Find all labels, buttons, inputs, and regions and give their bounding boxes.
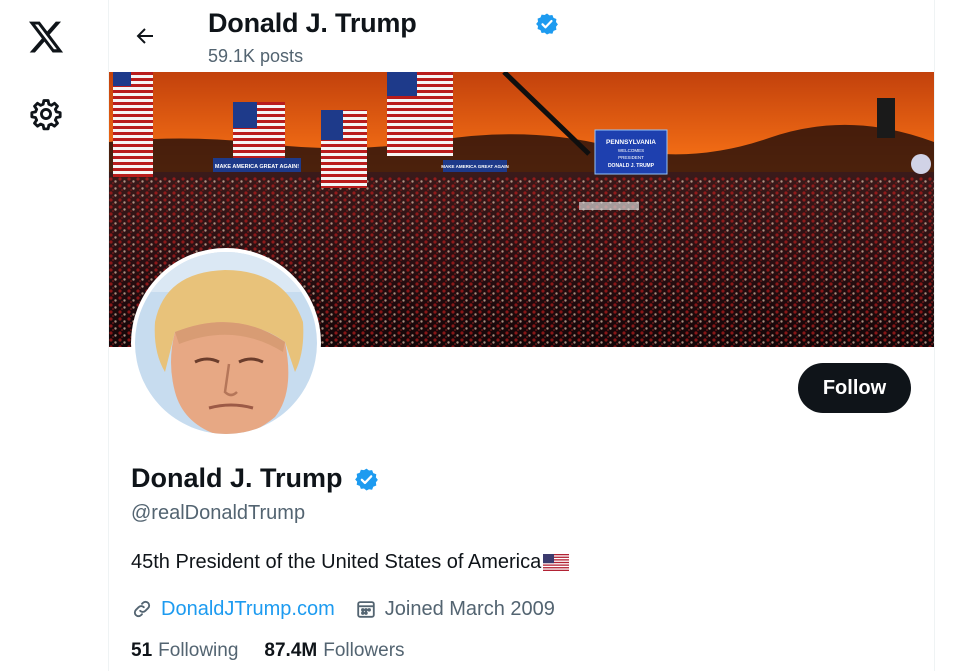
header-posts-count: 59.1K posts: [208, 46, 304, 66]
profile-website-link[interactable]: DonaldJTrump.com: [161, 598, 335, 621]
joined-date: Joined March 2009: [355, 598, 555, 621]
profile-stats: 51 Following 87.4M Followers: [131, 640, 431, 662]
profile-handle: @realDonaldTrump: [131, 502, 306, 524]
following-count: 51: [131, 640, 153, 661]
profile-meta: DonaldJTrump.com Joined March 2009: [131, 596, 555, 622]
banner-sign-3: PENNSYLVANIA: [606, 139, 656, 146]
arrow-left-icon: [136, 28, 153, 44]
followers-label: Followers: [323, 640, 405, 661]
following-link[interactable]: 51 Following: [131, 640, 238, 662]
verified-badge-icon: [535, 12, 559, 36]
profile-name: Donald J. Trump: [131, 463, 343, 493]
profile-header-bar: Donald J. Trump 59.1K posts: [109, 0, 934, 72]
profile-bio: 45th President of the United States of A…: [131, 551, 570, 574]
followers-link[interactable]: 87.4M Followers: [264, 640, 404, 662]
profile-column: Donald J. Trump 59.1K posts MAKE AMERICA…: [108, 0, 935, 671]
link-icon: [133, 600, 151, 618]
followers-count: 87.4M: [264, 640, 318, 661]
bio-text: 45th President of the United States of A…: [131, 551, 542, 573]
joined-text: Joined March 2009: [384, 597, 555, 620]
banner-sign-5: PRESIDENT: [618, 155, 644, 160]
banner-sign-1: MAKE AMERICA GREAT AGAIN!: [215, 164, 299, 170]
banner-sign-4: WELCOMES: [618, 148, 644, 153]
calendar-icon: [357, 601, 375, 618]
us-flag-icon: [543, 554, 570, 571]
x-logo-icon[interactable]: [27, 18, 65, 56]
left-nav: [0, 0, 108, 671]
verified-badge-icon[interactable]: [354, 467, 379, 492]
gear-icon[interactable]: [29, 97, 63, 131]
banner-sign-2: MAKE AMERICA GREAT AGAIN: [441, 164, 508, 169]
following-label: Following: [158, 640, 239, 661]
back-button[interactable]: [129, 20, 161, 52]
profile-avatar[interactable]: [131, 248, 321, 438]
header-name: Donald J. Trump: [208, 8, 417, 38]
follow-button[interactable]: Follow: [798, 363, 911, 413]
banner-sign-6: DONALD J. TRUMP: [608, 163, 655, 169]
